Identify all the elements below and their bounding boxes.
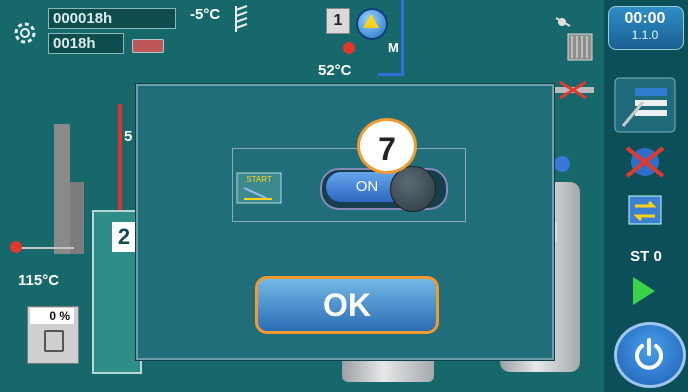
ok-button[interactable]: OK bbox=[255, 276, 439, 334]
svg-text:START: START bbox=[246, 175, 272, 184]
fuel-bag-icon bbox=[44, 330, 64, 352]
tank-pump-icon bbox=[554, 156, 570, 172]
mixing-valve-label: M bbox=[388, 40, 399, 55]
outdoor-temperature: -5°C bbox=[190, 6, 221, 23]
clock-time: 00:00 bbox=[624, 10, 666, 27]
menu-icon[interactable] bbox=[613, 76, 677, 134]
fuel-level: 0 % bbox=[30, 308, 74, 324]
supply-pipe bbox=[118, 104, 122, 214]
boiler-number: 2 bbox=[112, 222, 136, 252]
return-pipe bbox=[401, 0, 404, 76]
swap-icon[interactable] bbox=[613, 190, 677, 230]
chimney-gauge-lower bbox=[70, 182, 84, 254]
boiler-sensor-icon bbox=[10, 241, 22, 253]
step-badge: 7 bbox=[357, 118, 417, 174]
play-icon[interactable] bbox=[633, 277, 655, 305]
chimney-gauge bbox=[54, 124, 70, 254]
outdoor-sensor-icon bbox=[235, 5, 248, 32]
flow-temperature: 52°C bbox=[318, 62, 352, 79]
pipe-disabled-icon bbox=[552, 80, 594, 100]
pump-off-icon[interactable] bbox=[613, 140, 677, 184]
battery-icon bbox=[132, 39, 164, 53]
pump-direction-icon bbox=[363, 14, 379, 28]
state-label: ST 0 bbox=[630, 248, 662, 265]
boiler-sensor-line bbox=[14, 247, 74, 249]
session-hours-counter: 0018h bbox=[48, 33, 124, 54]
boiler-temperature: 115°C bbox=[18, 272, 60, 289]
radiator-icon[interactable] bbox=[552, 12, 596, 66]
return-pipe-branch bbox=[378, 73, 404, 76]
power-button[interactable] bbox=[614, 322, 686, 388]
clock-date: 1.1.0 bbox=[631, 28, 659, 42]
circuit-number: 1 bbox=[326, 8, 350, 34]
gear-icon bbox=[14, 22, 36, 44]
hours-panel: 000018h 0018h bbox=[8, 6, 176, 56]
start-icon: START bbox=[236, 172, 282, 204]
total-hours-counter: 000018h bbox=[48, 8, 176, 29]
power-icon bbox=[635, 338, 663, 370]
toggle-knob[interactable] bbox=[390, 166, 436, 212]
sensor-dot-icon bbox=[343, 42, 355, 54]
partial-label: 5 bbox=[124, 128, 133, 145]
